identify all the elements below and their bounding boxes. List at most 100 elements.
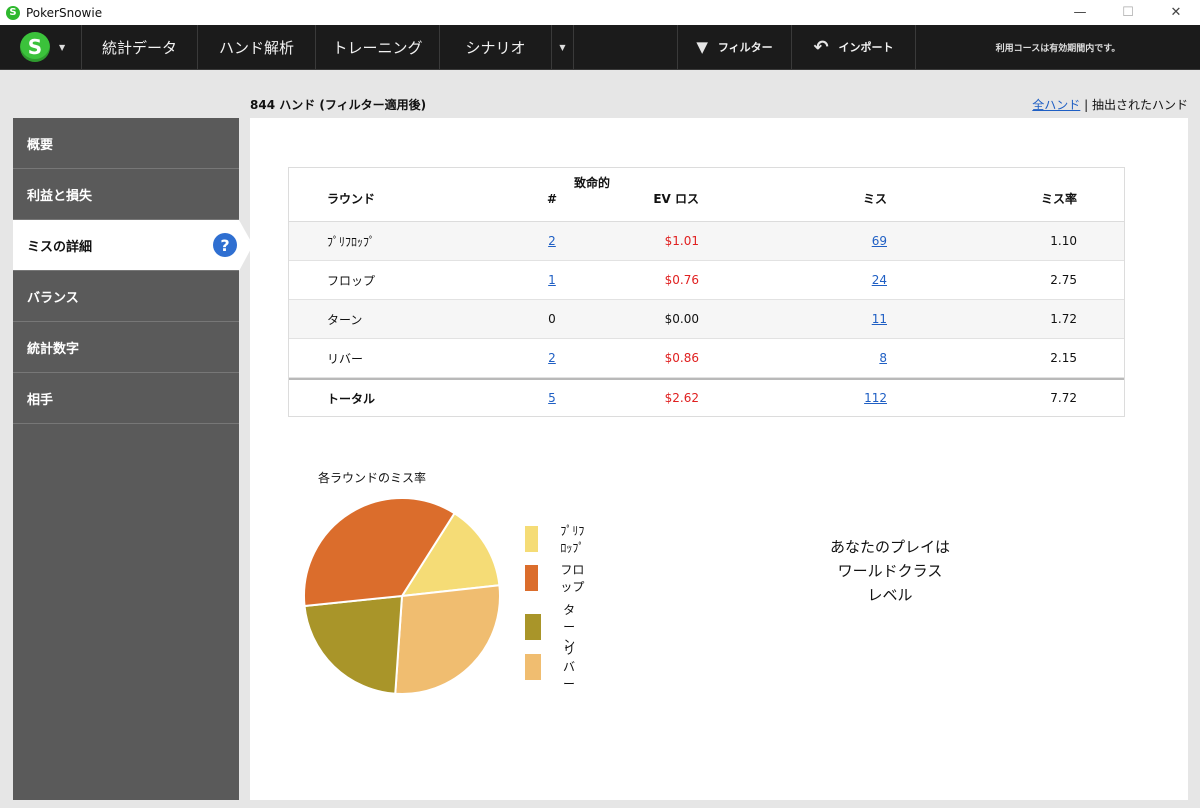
total-label: トータル <box>327 391 376 406</box>
ev-loss-cell: $0.00 <box>664 312 699 326</box>
legend-item: ﾌﾟﾘﾌﾛｯﾌﾟ <box>525 522 585 556</box>
undo-arrow-icon: ↶ <box>813 36 829 58</box>
total-miss-rate: 7.72 <box>1050 391 1077 405</box>
hand-count: 844 ハンド (フィルター適用後) <box>250 98 427 112</box>
nav-training[interactable]: トレーニング <box>316 25 440 69</box>
table-row: ターン 0 $0.00 11 1.72 <box>289 300 1124 339</box>
hand-filter-links: 全ハンド | 抽出されたハンド <box>1032 96 1188 113</box>
table-row: フロップ 1 $0.76 24 2.75 <box>289 261 1124 300</box>
pie-slice-2 <box>303 594 404 695</box>
header-ev-loss: EV ロス <box>653 192 699 206</box>
level-line: レベル <box>867 586 913 604</box>
total-ev-loss: $2.62 <box>664 391 699 405</box>
ev-loss-cell: $0.86 <box>664 351 699 365</box>
chart-title: 各ラウンドのミス率 <box>318 471 427 485</box>
legend-item: フロップ <box>525 561 585 595</box>
miss-count-link[interactable]: 24 <box>872 273 887 287</box>
sidebar-item-statistics[interactable]: 統計数字 <box>13 322 239 373</box>
sidebar-item-label: バランス <box>27 290 79 306</box>
main-toolbar: S ▼ 統計データ ハンド解析 トレーニング シナリオ ▼ ▼ フィルター ↶ … <box>0 25 1200 70</box>
import-label: インポート <box>838 41 894 54</box>
header-fatal-group: 致命的 <box>574 176 611 190</box>
help-icon[interactable]: ? <box>213 233 237 257</box>
sidebar-item-balance[interactable]: バランス <box>13 271 239 322</box>
filter-button[interactable]: ▼ フィルター <box>678 25 792 69</box>
round-cell: フロップ <box>327 273 376 288</box>
all-hands-link[interactable]: 全ハンド <box>1032 98 1080 112</box>
sidebar-item-label: 概要 <box>27 137 54 153</box>
miss-count-link[interactable]: 69 <box>872 234 887 248</box>
miss-rate-cell: 1.10 <box>1050 234 1077 248</box>
sidebar-item-overview[interactable]: 概要 <box>13 118 239 169</box>
ev-loss-cell: $1.01 <box>664 234 699 248</box>
table-total-row: トータル 5 $2.62 112 7.72 <box>289 378 1124 416</box>
play-level-message: あなたのプレイは ワールドクラス レベル <box>810 535 970 607</box>
sidebar-item-label: 相手 <box>27 392 54 408</box>
round-cell: ﾌﾟﾘﾌﾛｯﾌﾟ <box>327 234 376 249</box>
sidebar: 概要 利益と損失 ミスの詳細 ? バランス 統計数字 相手 <box>13 118 253 800</box>
fatal-count-cell: 0 <box>548 312 556 326</box>
sidebar-item-profit-loss[interactable]: 利益と損失 <box>13 169 239 220</box>
window-controls: — ☐ ✕ <box>1056 0 1200 25</box>
logo-menu[interactable]: S ▼ <box>0 25 82 69</box>
nav-hand-analysis[interactable]: ハンド解析 <box>198 25 316 69</box>
ev-loss-cell: $0.76 <box>664 273 699 287</box>
extracted-hands-label[interactable]: 抽出されたハンド <box>1092 98 1188 112</box>
content-panel: 致命的 ラウンド # EV ロス ミス ミス率 ﾌﾟﾘﾌﾛｯﾌﾟ 2 $1.01… <box>250 118 1188 800</box>
license-status: 利用コースは有効期間内です。 <box>995 43 1121 54</box>
header-fatal-count: # <box>546 191 558 206</box>
legend-label: ﾌﾟﾘﾌﾛｯﾌﾟ <box>560 524 585 555</box>
pie-slice-3 <box>394 584 501 695</box>
legend-label: フロップ <box>560 563 585 594</box>
total-fatal-link[interactable]: 5 <box>548 391 556 405</box>
header-round: ラウンド <box>327 192 376 206</box>
round-cell: リバー <box>327 351 364 366</box>
nav-scenario[interactable]: シナリオ <box>440 25 552 69</box>
minimize-button[interactable]: — <box>1056 0 1104 25</box>
fatal-count-link[interactable]: 2 <box>548 351 556 365</box>
legend-swatch <box>525 613 542 640</box>
chevron-down-icon: ▼ <box>59 42 66 52</box>
import-button[interactable]: ↶ インポート <box>792 25 916 69</box>
sidebar-item-label: ミスの詳細 <box>27 239 93 255</box>
total-miss-link[interactable]: 112 <box>864 391 887 405</box>
legend-swatch <box>525 526 539 552</box>
round-cell: ターン <box>327 312 363 327</box>
sidebar-item-label: 統計数字 <box>27 341 80 357</box>
sidebar-item-opponents[interactable]: 相手 <box>13 373 239 424</box>
header-miss: ミス <box>862 192 887 206</box>
table-row: ﾌﾟﾘﾌﾛｯﾌﾟ 2 $1.01 69 1.10 <box>289 222 1124 261</box>
legend-label: リバー <box>562 643 575 691</box>
error-table: 致命的 ラウンド # EV ロス ミス ミス率 ﾌﾟﾘﾌﾛｯﾌﾟ 2 $1.01… <box>288 167 1125 417</box>
legend-swatch <box>525 565 539 591</box>
sidebar-item-error-details[interactable]: ミスの詳細 ? <box>13 220 253 271</box>
nav-more-dropdown[interactable]: ▼ <box>552 25 574 69</box>
miss-rate-cell: 2.75 <box>1050 273 1077 287</box>
legend-swatch <box>525 653 541 680</box>
close-button[interactable]: ✕ <box>1152 0 1200 25</box>
window-title: PokerSnowie <box>26 5 103 20</box>
chevron-down-icon: ▼ <box>559 42 566 52</box>
miss-count-link[interactable]: 11 <box>872 312 887 326</box>
fatal-count-link[interactable]: 1 <box>548 273 556 287</box>
fatal-count-link[interactable]: 2 <box>548 234 556 248</box>
header-miss-rate: ミス率 <box>1040 192 1077 206</box>
filter-icon: ▼ <box>696 38 708 56</box>
app-icon: S <box>6 5 20 20</box>
filter-label: フィルター <box>717 41 773 54</box>
toolbar-spacer <box>574 25 678 69</box>
miss-count-link[interactable]: 8 <box>879 351 887 365</box>
nav-stats[interactable]: 統計データ <box>82 25 198 69</box>
miss-rate-cell: 1.72 <box>1050 312 1077 326</box>
level-line: あなたのプレイは <box>829 538 950 556</box>
snowie-logo-icon: S <box>20 32 50 62</box>
miss-rate-pie-chart <box>303 497 501 695</box>
link-separator: | <box>1080 98 1092 112</box>
maximize-button[interactable]: ☐ <box>1104 0 1152 25</box>
level-line: ワールドクラス <box>837 562 943 580</box>
table-header: 致命的 ラウンド # EV ロス ミス ミス率 <box>289 168 1124 222</box>
legend-item: リバー <box>525 641 585 692</box>
table-row: リバー 2 $0.86 8 2.15 <box>289 339 1124 378</box>
miss-rate-cell: 2.15 <box>1050 351 1077 365</box>
sidebar-item-label: 利益と損失 <box>27 188 93 204</box>
